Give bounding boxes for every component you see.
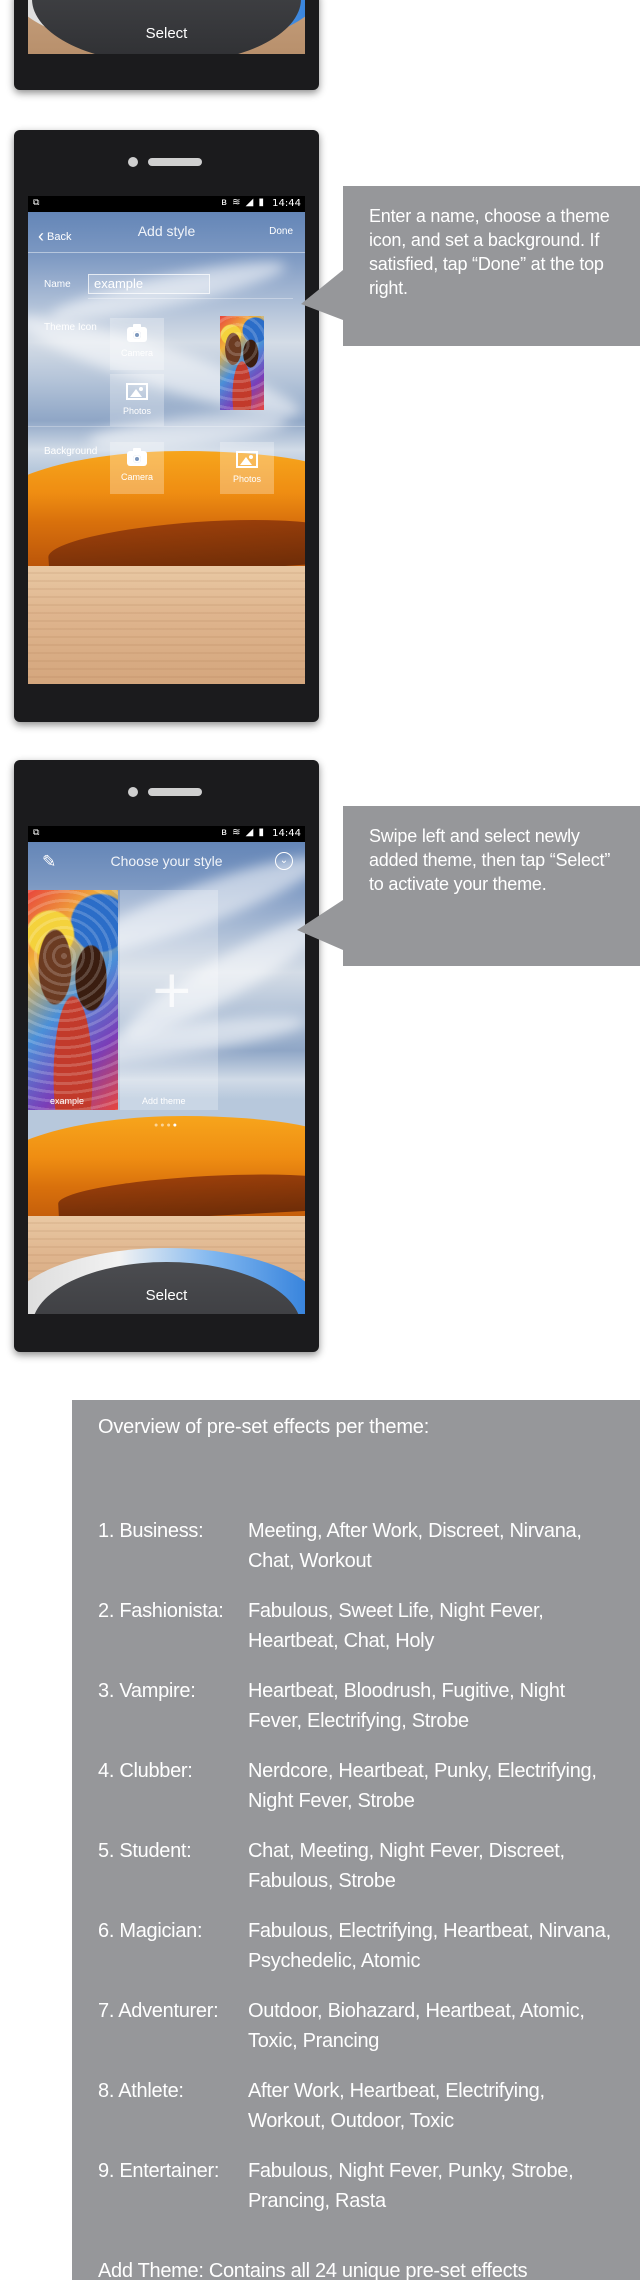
theme-name: 2. Fashionista: <box>98 1600 224 1622</box>
theme-name: 4. Clubber: <box>98 1760 193 1782</box>
add-theme-label: Add theme <box>142 1096 186 1106</box>
status-icons: ʙ ≋ ◢ ▮ <box>221 197 265 208</box>
screen-title: Add style <box>137 223 196 239</box>
screen-title: Choose your style <box>110 853 223 869</box>
top-bar: ‹ Back Add style Done <box>28 212 305 253</box>
theme-name: 7. Adventurer: <box>98 2000 219 2022</box>
callout-choose-style: Swipe left and select newly added theme,… <box>343 806 640 966</box>
page-indicator: ●●●● <box>154 1122 179 1129</box>
theme-icon-preview-image <box>220 316 264 410</box>
theme-effects: Nerdcore, Heartbeat, Punky, Electrifying… <box>248 1760 597 1812</box>
theme-name: 3. Vampire: <box>98 1680 196 1702</box>
front-camera <box>128 157 138 167</box>
theme-name: 1. Business: <box>98 1520 204 1542</box>
tile-label: Photos <box>122 406 152 416</box>
earpiece-speaker <box>148 788 202 796</box>
top-bar: ✎ Choose your style ⌄ <box>28 842 305 882</box>
select-label: Select <box>145 25 188 42</box>
theme-name: 8. Athlete: <box>98 2080 184 2102</box>
theme-card-example-label: example <box>50 1096 85 1106</box>
theme-effects: Fabulous, Electrifying, Heartbeat, Nirva… <box>248 1920 611 1972</box>
done-button[interactable]: Done <box>269 226 293 237</box>
chevron-down-circle-icon[interactable]: ⌄ <box>275 852 293 870</box>
camera-icon <box>127 324 147 342</box>
phone-mockup-2: ⧉ ʙ ≋ ◢ ▮ 14:44 ‹ Back Add style Done Nam… <box>14 130 319 722</box>
theme-effects: Heartbeat, Bloodrush, Fugitive, Night Fe… <box>248 1680 565 1732</box>
callout-add-style: Enter a name, choose a theme icon, and s… <box>343 186 640 346</box>
theme-effects: After Work, Heartbeat, Electrifying, Wor… <box>248 2080 545 2132</box>
phone-mockup-1: Select <box>14 0 319 90</box>
callout-pointer <box>297 900 343 950</box>
notification-icon: ⧉ <box>33 198 40 208</box>
theme-effects: Chat, Meeting, Night Fever, Discreet, Fa… <box>248 1840 565 1892</box>
overview-panel: Overview of pre-set effects per theme: 1… <box>72 1400 640 2282</box>
select-button[interactable]: Select <box>28 1248 305 1314</box>
earpiece-speaker <box>148 158 202 166</box>
select-label: Select <box>145 1287 188 1304</box>
theme-effects: Outdoor, Biohazard, Heartbeat, Atomic, T… <box>248 2000 585 2052</box>
status-bar: ⧉ ʙ ≋ ◢ ▮ 14:44 <box>28 196 305 212</box>
status-time: 14:44 <box>272 828 301 839</box>
status-icons: ʙ ≋ ◢ ▮ <box>221 827 265 838</box>
theme-effects: Meeting, After Work, Discreet, Nirvana, … <box>248 1520 582 1572</box>
theme-name: 5. Student: <box>98 1840 192 1862</box>
phone-mockup-3: ⧉ ʙ ≋ ◢ ▮ 14:44 ✎ Choose your style ⌄ ex… <box>14 760 319 1352</box>
theme-icon-photos-tile[interactable]: Photos <box>110 374 164 426</box>
status-time: 14:44 <box>272 198 301 209</box>
phone-screen-1: Select <box>28 0 305 54</box>
theme-effects: Fabulous, Sweet Life, Night Fever, Heart… <box>248 1600 544 1652</box>
add-theme-card[interactable]: + Add theme <box>120 890 218 1110</box>
theme-icon-label: Theme Icon <box>44 322 97 333</box>
theme-name: 9. Entertainer: <box>98 2160 220 2182</box>
select-button[interactable]: Select <box>28 0 305 54</box>
background-photos-tile[interactable]: Photos <box>220 442 274 494</box>
photo-icon <box>236 451 258 468</box>
callout-text: Enter a name, choose a theme icon, and s… <box>369 206 610 298</box>
theme-effects: Fabulous, Night Fever, Punky, Strobe, Pr… <box>248 2160 574 2212</box>
photo-icon <box>126 383 148 400</box>
theme-card-example[interactable] <box>28 890 118 1110</box>
camera-icon <box>127 448 147 466</box>
front-camera <box>128 787 138 797</box>
overview-title: Overview of pre-set effects per theme: <box>98 1416 430 1438</box>
theme-icon-camera-tile[interactable]: Camera <box>110 318 164 370</box>
notification-icon: ⧉ <box>33 828 40 838</box>
phone-screen-2: ⧉ ʙ ≋ ◢ ▮ 14:44 ‹ Back Add style Done Nam… <box>28 196 305 684</box>
background-label: Background <box>44 446 98 457</box>
background-camera-tile[interactable]: Camera <box>110 442 164 494</box>
background-sand <box>28 566 305 684</box>
plus-icon: + <box>150 960 194 1020</box>
name-label: Name <box>44 279 71 290</box>
tile-label: Camera <box>120 348 153 358</box>
tile-label: Camera <box>120 472 153 482</box>
callout-text: Swipe left and select newly added theme,… <box>369 826 611 894</box>
tile-label: Photos <box>232 474 262 484</box>
theme-name: 6. Magician: <box>98 1920 203 1942</box>
callout-pointer <box>301 270 343 320</box>
status-bar: ⧉ ʙ ≋ ◢ ▮ 14:44 <box>28 826 305 842</box>
name-input[interactable]: example <box>88 274 210 294</box>
phone-screen-3: ⧉ ʙ ≋ ◢ ▮ 14:44 ✎ Choose your style ⌄ ex… <box>28 826 305 1314</box>
